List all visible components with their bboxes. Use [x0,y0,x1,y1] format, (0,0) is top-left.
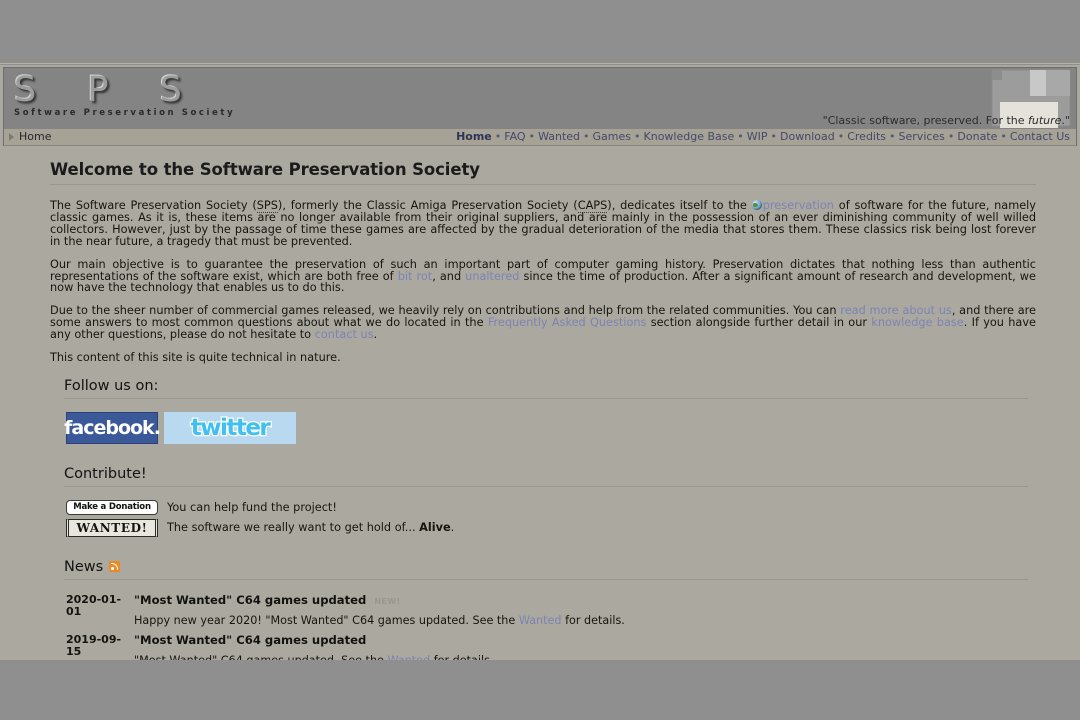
tagline-italic: future [1028,114,1062,127]
nav-item-faq[interactable]: FAQ [504,130,525,143]
p3-c: section alongside further detail in our [646,316,872,330]
news-header: "Most Wanted" C64 games updated [134,633,1028,647]
facebook-button[interactable]: facebook. [64,411,161,444]
follow-title-label: Follow us on: [64,377,159,394]
link-faq[interactable]: Frequently Asked Questions [488,316,647,329]
nav-item-download[interactable]: Download [780,130,835,143]
intro-paragraph-1: The Software Preservation Society (SPS),… [50,199,1036,248]
rss-icon[interactable] [109,560,121,572]
facebook-label: facebook. [64,416,161,439]
link-knowledge-base[interactable]: knowledge base [871,316,963,329]
news-title-label: News [64,558,104,575]
contribute-title-label: Contribute! [64,465,147,482]
nav-separator: • [947,130,955,143]
social-buttons-row: facebook. twitter [64,411,1028,444]
p3-e: . [373,328,378,342]
link-contact-us[interactable]: contact us [315,328,374,341]
intro-paragraph-3: Due to the sheer number of commercial ga… [50,305,1036,341]
news-link-wanted[interactable]: Wanted [519,614,562,627]
nav-separator: • [494,130,502,143]
nav-item-donate[interactable]: Donate [957,130,997,143]
wanted-text-b: . [450,521,455,535]
news-title[interactable]: "Most Wanted" C64 games updated [134,593,366,607]
news-section: News 2020-01-01 "Most Wanted" C64 games … [50,559,1036,660]
follow-section-title: Follow us on: [64,378,1028,399]
nav-separator: • [528,130,536,143]
nav-item-credits[interactable]: Credits [847,130,886,143]
news-new-badge: NEW! [374,596,401,606]
nav-separator: • [889,130,896,143]
technical-note: This content of this site is quite techn… [50,351,341,365]
wanted-button[interactable]: WANTED! [66,518,158,537]
browser-chrome-top [0,0,1080,64]
news-section-title: News [64,559,1028,580]
nav-item-knowledge-base[interactable]: Knowledge Base [644,130,735,143]
twitter-label: twitter [189,414,272,443]
nav-separator: • [770,130,778,143]
p2-b: , and [432,269,466,283]
wanted-text-bold: Alive [419,521,451,535]
wanted-row: WANTED! The software we really want to g… [66,518,1028,537]
wanted-text: The software we really want to get hold … [167,521,454,534]
logo-letters: S P S [14,70,202,110]
news-item: 2019-09-15 "Most Wanted" C64 games updat… [66,633,1028,660]
nav-separator: • [583,130,590,143]
tagline-post: ." [1061,114,1070,127]
link-unaltered[interactable]: unaltered [465,270,519,283]
breadcrumb-arrow-icon [9,132,14,141]
wanted-text-a: The software we really want to get hold … [167,521,420,535]
nav-item-wanted[interactable]: Wanted [538,130,580,143]
intro-paragraph-2: Our main objective is to guarantee the p… [50,258,1036,295]
news-header: "Most Wanted" C64 games updated NEW! [134,593,1028,607]
news-date: 2020-01-01 [66,592,122,619]
donation-row: Make a Donation You can help fund the pr… [66,499,1028,515]
nav-item-games[interactable]: Games [593,130,631,143]
navigation-bar: Home Home • FAQ • Wanted • Games • Knowledge Bas… [3,129,1077,146]
nav-item-services[interactable]: Services [899,130,945,143]
globe-icon [751,200,762,210]
nav-item-contact-us[interactable]: Contact Us [1010,130,1070,143]
contribute-section-title: Contribute! [64,466,1028,487]
tagline-pre: "Classic software, preserved. For the [822,114,1029,127]
site-header: S P S Software Preservation Society "Cla… [3,67,1077,129]
nav-separator: • [737,130,744,143]
news-text: Happy new year 2020! "Most Wanted" C64 g… [134,614,1028,627]
twitter-button[interactable]: twitter [164,411,296,444]
breadcrumb: Home [9,130,51,143]
nav-separator: • [634,130,641,143]
news-item: 2020-01-01 "Most Wanted" C64 games updat… [66,593,1028,633]
news-text-b: for details. [561,613,625,627]
nav-separator: • [837,130,845,143]
news-title[interactable]: "Most Wanted" C64 games updated [134,633,366,647]
nav-item-wip[interactable]: WIP [747,130,768,143]
news-text-a: Happy new year 2020! "Most Wanted" C64 g… [134,613,519,627]
nav-separator: • [1000,130,1007,143]
news-body: "Most Wanted" C64 games updated "Most Wa… [134,633,1028,660]
contribute-section: Contribute! Make a Donation You can help… [50,466,1036,559]
web-page-viewport: S P S Software Preservation Society "Cla… [0,65,1080,660]
main-nav: Home • FAQ • Wanted • Games • Knowledge Base • WIP… [456,130,1070,143]
news-date: 2019-09-15 [66,632,122,659]
nav-item-home[interactable]: Home [456,130,492,143]
browser-chrome-bottom [0,660,1080,720]
follow-section: Follow us on: facebook. twitter [50,378,1036,444]
site-tagline: "Classic software, preserved. For the fu… [823,114,1070,127]
donation-text: You can help fund the project! [167,500,337,514]
main-content: Welcome to the Software Preservation Soc… [0,146,1080,660]
page-title: Welcome to the Software Preservation Soc… [50,160,1036,185]
logo-subtitle: Software Preservation Society [14,108,236,118]
link-bit-rot[interactable]: bit rot [398,270,433,283]
breadcrumb-label[interactable]: Home [19,130,51,143]
site-logo[interactable]: S P S Software Preservation Society [14,70,235,118]
make-a-donation-button[interactable]: Make a Donation [66,499,158,515]
news-body: "Most Wanted" C64 games updated NEW! Hap… [134,593,1028,627]
